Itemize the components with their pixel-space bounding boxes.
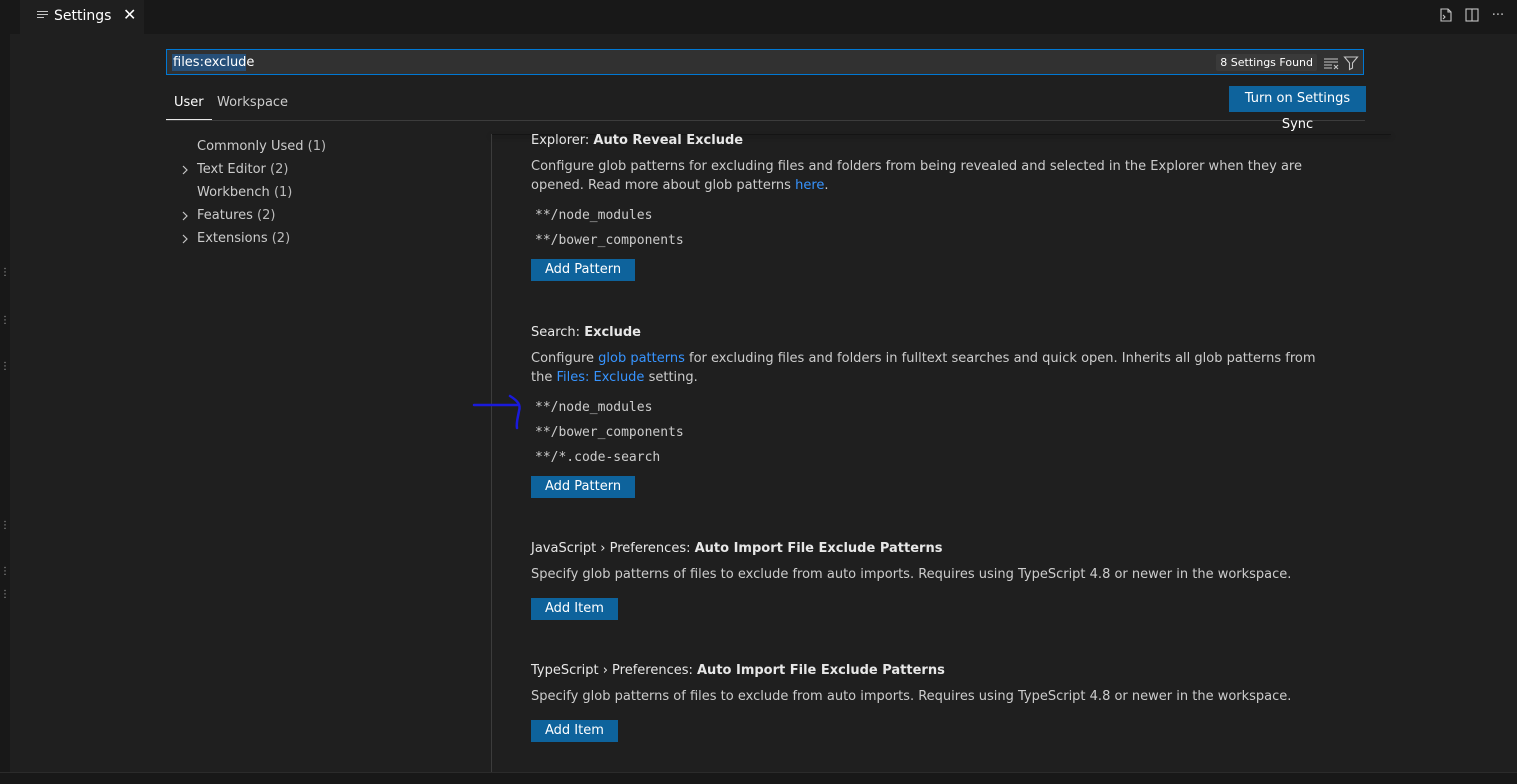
scope-tabs: User Workspace xyxy=(166,88,1365,121)
table-of-contents: Commonly Used (1) Text Editor (2) Workbe… xyxy=(166,137,486,252)
pattern-item[interactable]: **/*.code-search xyxy=(531,445,1331,470)
setting-title: Search: Exclude xyxy=(531,325,1331,343)
setting-explorer-auto-reveal-exclude: Explorer: Auto Reveal Exclude Configure … xyxy=(531,133,1331,281)
setting-description: Specify glob patterns of files to exclud… xyxy=(531,689,1292,704)
setting-description: Configure glob patterns for excluding fi… xyxy=(531,157,1331,195)
setting-description: Specify glob patterns of files to exclud… xyxy=(531,567,1292,582)
setting-title: JavaScript › Preferences: Auto Import Fi… xyxy=(531,541,1331,559)
chevron-right-icon xyxy=(182,165,188,175)
pattern-item[interactable]: **/bower_components xyxy=(531,228,1331,253)
tab-workspace[interactable]: Workspace xyxy=(217,95,288,110)
turn-on-settings-sync-button[interactable]: Turn on Settings Sync xyxy=(1229,86,1366,132)
desc-text: . xyxy=(824,178,829,193)
pattern-item[interactable]: **/node_modules xyxy=(531,395,1331,420)
toc-item-workbench[interactable]: Workbench (1) xyxy=(166,183,486,206)
search-input[interactable] xyxy=(173,53,1073,71)
toc-label: Features xyxy=(197,208,253,223)
toc-label: Workbench xyxy=(197,185,270,200)
annotation-arrow-icon xyxy=(472,394,521,430)
chevron-right-icon xyxy=(182,211,188,221)
toc-count: (2) xyxy=(271,231,291,246)
setting-description: Configure glob patterns for excluding fi… xyxy=(531,349,1331,387)
results-count-badge: 8 Settings Found xyxy=(1216,54,1317,71)
add-pattern-button[interactable]: Add Pattern xyxy=(531,476,636,498)
setting-category: TypeScript › Preferences: xyxy=(531,663,697,678)
clear-filter-icon[interactable] xyxy=(1322,54,1340,72)
toc-item-text-editor[interactable]: Text Editor (2) xyxy=(166,160,486,183)
glob-patterns-link[interactable]: glob patterns xyxy=(598,351,685,366)
setting-title: TypeScript › Preferences: Auto Import Fi… xyxy=(531,663,1331,681)
desc-text: setting. xyxy=(644,370,698,385)
setting-category: JavaScript › Preferences: xyxy=(531,541,695,556)
open-settings-json-icon[interactable] xyxy=(1437,6,1455,24)
toc-count: (1) xyxy=(307,139,327,154)
filter-icon[interactable] xyxy=(1342,54,1360,72)
setting-category: Explorer: xyxy=(531,133,594,148)
files-exclude-link[interactable]: Files: Exclude xyxy=(556,370,644,385)
toc-item-commonly-used[interactable]: Commonly Used (1) xyxy=(166,137,486,160)
setting-typescript-auto-import-exclude: TypeScript › Preferences: Auto Import Fi… xyxy=(531,663,1331,742)
setting-key: Auto Reveal Exclude xyxy=(593,133,744,148)
add-item-button[interactable]: Add Item xyxy=(531,598,618,620)
more-icon: ⋮ xyxy=(0,589,10,600)
more-icon: ⋮ xyxy=(0,267,10,278)
more-icon: ⋮ xyxy=(0,315,10,326)
settings-file-icon xyxy=(37,9,48,21)
toc-count: (2) xyxy=(257,208,276,223)
setting-key: Auto Import File Exclude Patterns xyxy=(697,663,945,678)
toc-label: Text Editor xyxy=(197,162,266,177)
toc-count: (1) xyxy=(273,185,293,200)
add-item-button[interactable]: Add Item xyxy=(531,720,618,742)
setting-key: Auto Import File Exclude Patterns xyxy=(694,541,943,556)
toc-label: Extensions xyxy=(197,231,268,246)
sash[interactable] xyxy=(491,134,492,772)
more-icon: ⋮ xyxy=(0,361,10,372)
editor-tab-bar: Settings ✕ ··· xyxy=(10,0,1517,34)
setting-key: Exclude xyxy=(584,325,641,340)
close-icon[interactable]: ✕ xyxy=(123,5,136,24)
toc-item-features[interactable]: Features (2) xyxy=(166,206,486,229)
setting-javascript-auto-import-exclude: JavaScript › Preferences: Auto Import Fi… xyxy=(531,541,1331,620)
pattern-item[interactable]: **/bower_components xyxy=(531,420,1331,445)
settings-search-box[interactable]: 8 Settings Found xyxy=(166,49,1364,75)
more-icon: ⋮ xyxy=(0,520,10,531)
pattern-item[interactable]: **/node_modules xyxy=(531,203,1331,228)
toc-label: Commonly Used xyxy=(197,139,304,154)
add-pattern-button[interactable]: Add Pattern xyxy=(531,259,636,281)
setting-title: Explorer: Auto Reveal Exclude xyxy=(531,133,1331,151)
setting-category: Search: xyxy=(531,325,585,340)
chevron-right-icon xyxy=(182,234,188,244)
more-actions-icon[interactable]: ··· xyxy=(1489,6,1507,24)
status-strip xyxy=(0,772,1517,784)
toc-item-extensions[interactable]: Extensions (2) xyxy=(166,229,486,252)
more-icon: ⋮ xyxy=(0,566,10,577)
here-link[interactable]: here xyxy=(795,178,824,193)
toc-count: (2) xyxy=(270,162,289,177)
tab-settings[interactable]: Settings ✕ xyxy=(20,0,144,34)
setting-search-exclude: Search: Exclude Configure glob patterns … xyxy=(531,325,1331,498)
tab-user[interactable]: User xyxy=(166,95,212,120)
split-editor-icon[interactable] xyxy=(1463,6,1481,24)
desc-text: Configure xyxy=(531,351,599,366)
desc-text: Configure glob patterns for excluding fi… xyxy=(531,159,1302,193)
activity-strip: ⋮ ⋮ ⋮ ⋮ ⋮ ⋮ xyxy=(0,0,10,783)
editor-actions: ··· xyxy=(1437,6,1507,26)
tab-title: Settings xyxy=(54,8,112,24)
